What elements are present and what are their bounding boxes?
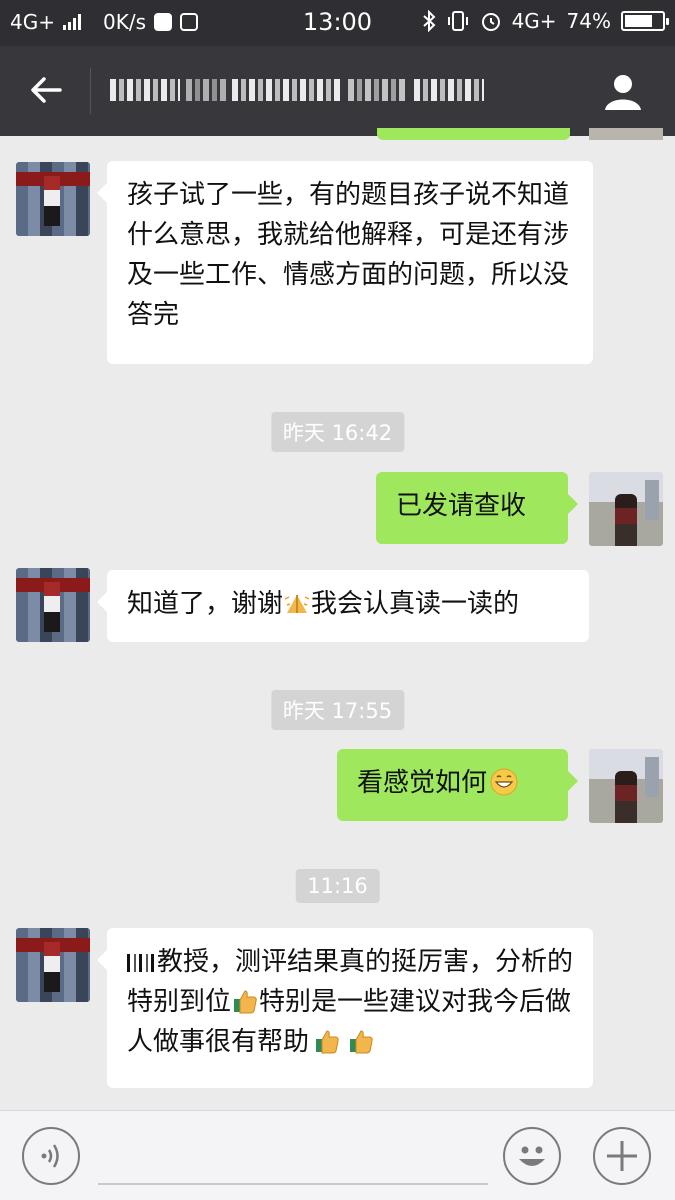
message-text: 知道了，谢谢 (127, 589, 284, 619)
smiley-icon[interactable] (503, 1127, 561, 1185)
chat-title-blurred (110, 72, 510, 108)
message-text: 孩子试了一些，有的题目孩子说不知道什么意思，我就给他解释，可是还有涉及一些工作、… (127, 180, 570, 330)
message-bubble[interactable]: 已发请查收 (376, 472, 578, 544)
vibrate-icon (447, 11, 468, 31)
previous-message-bubble (377, 128, 570, 140)
timestamp: 11:16 (295, 869, 380, 903)
status-bar: 4G+ 0K/s 13:00 4G+ 74% (0, 0, 675, 46)
folded-hands-icon (284, 595, 310, 613)
avatar[interactable] (16, 928, 90, 1002)
battery-label: 74% (566, 9, 611, 33)
chat-header (0, 46, 675, 136)
status-right: 4G+ 74% (422, 9, 669, 33)
previous-avatar-right (589, 128, 663, 140)
message-bubble[interactable]: 教授，测评结果真的挺厉害，分析的特别到位 特别是一些建议对我今后做人做事很有帮助 (97, 928, 593, 1088)
message-text: 我会认真读一读的 (311, 589, 520, 619)
avatar[interactable] (589, 749, 663, 823)
person-icon[interactable] (601, 70, 645, 114)
message-bubble[interactable]: 看感觉如何 (337, 749, 578, 821)
timestamp: 昨天 16:42 (270, 412, 405, 452)
thumbs-up-icon (234, 990, 257, 1014)
message-bubble[interactable]: 知道了，谢谢 我会认真读一读的 (97, 570, 589, 642)
grinning-face-icon (490, 768, 518, 796)
redacted-name (127, 954, 157, 972)
message-text: 已发请查收 (396, 491, 527, 521)
plus-icon[interactable] (593, 1127, 651, 1185)
timestamp: 昨天 17:55 (270, 690, 405, 730)
header-divider (90, 68, 91, 114)
avatar[interactable] (16, 162, 90, 236)
avatar[interactable] (16, 568, 90, 642)
voice-icon[interactable] (22, 1127, 80, 1185)
battery-level (625, 15, 652, 27)
avatar[interactable] (589, 472, 663, 546)
alarm-icon (481, 13, 500, 31)
message-input[interactable] (98, 1131, 488, 1181)
message-bubble[interactable]: 孩子试了一些，有的题目孩子说不知道什么意思，我就给他解释，可是还有涉及一些工作、… (97, 161, 593, 364)
battery-icon (621, 11, 669, 31)
thumbs-up-icon (350, 1030, 373, 1054)
back-arrow-icon[interactable] (26, 70, 66, 110)
input-bar (0, 1110, 675, 1200)
network-right-label: 4G+ (511, 9, 557, 33)
input-underline (98, 1183, 488, 1185)
bluetooth-icon (422, 10, 436, 32)
message-text: 看感觉如何 (357, 768, 488, 798)
thumbs-up-icon (316, 1030, 339, 1054)
